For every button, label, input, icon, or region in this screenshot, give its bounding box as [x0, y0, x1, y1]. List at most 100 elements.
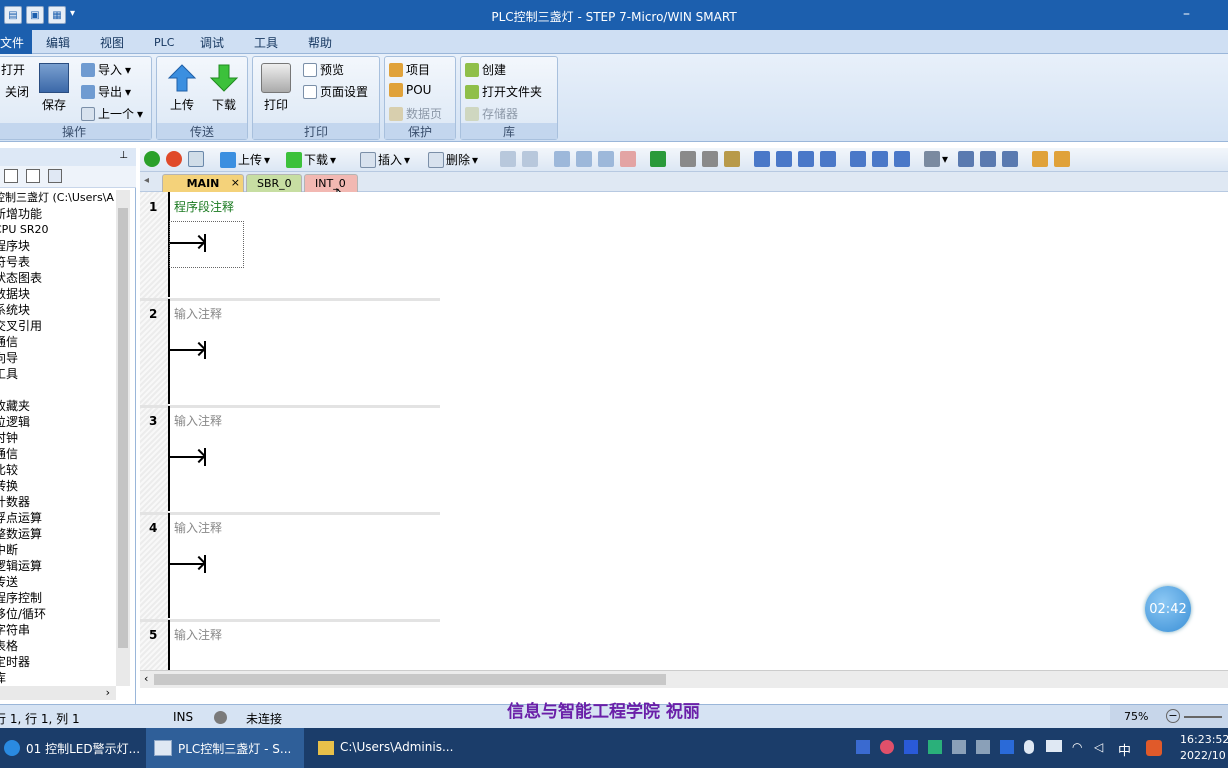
volume-icon[interactable]: ◁ — [1094, 740, 1103, 754]
tree-horizontal-scrollbar[interactable]: › — [0, 686, 116, 700]
export-button[interactable]: 导出 ▾ — [81, 83, 131, 100]
input-method-icon[interactable] — [1146, 740, 1162, 756]
zoom-control[interactable]: 75% − — [1110, 705, 1228, 729]
properties-icon[interactable] — [1054, 151, 1070, 167]
tree-item[interactable]: 向导 — [0, 350, 116, 366]
tree-item[interactable]: 新增功能 — [0, 206, 116, 222]
menu-debug[interactable]: 调试 — [200, 34, 224, 51]
bookmark-icon[interactable] — [554, 151, 570, 167]
open-library-folder-button[interactable]: 打开文件夹 — [465, 83, 542, 100]
network-1[interactable]: 1 程序段注释 — [140, 192, 1228, 301]
edit-clear-icon[interactable] — [1002, 151, 1018, 167]
display-icon[interactable] — [48, 169, 62, 183]
tree-item[interactable]: 系统块 — [0, 302, 116, 318]
tree-item[interactable]: CPU SR20 — [0, 222, 116, 238]
network-comment[interactable]: 输入注释 — [174, 305, 222, 322]
tree-item[interactable]: 移位/循环 — [0, 606, 116, 622]
tree-item[interactable]: 传送 — [0, 574, 116, 590]
edit-icon[interactable] — [980, 151, 996, 167]
download-toolbar-button[interactable]: 下载 ▾ — [286, 151, 336, 168]
previous-button[interactable]: 上一个 ▾ — [81, 105, 143, 122]
tree-item[interactable]: 交叉引用 — [0, 318, 116, 334]
key-icon[interactable] — [1032, 151, 1048, 167]
pin-icon[interactable]: ⊥ — [119, 150, 128, 161]
coil-icon[interactable] — [872, 151, 888, 167]
upload-button[interactable]: 上传 — [167, 63, 197, 113]
cell-cursor[interactable] — [169, 221, 244, 268]
tree-item[interactable]: 收藏夹 — [0, 398, 116, 414]
tree-item[interactable]: 逻辑运算 — [0, 558, 116, 574]
tree-item[interactable]: 转换 — [0, 478, 116, 494]
tree-item[interactable]: 符号表 — [0, 254, 116, 270]
branch-icon[interactable] — [754, 151, 770, 167]
network-4[interactable]: 4 输入注释 — [140, 513, 1228, 622]
network-icon[interactable] — [500, 151, 516, 167]
tree-view-icon[interactable] — [4, 169, 18, 183]
goto-icon[interactable] — [650, 151, 666, 167]
tree-item[interactable]: 通信 — [0, 446, 116, 462]
system-clock[interactable]: 16:23:52 2022/10 — [1180, 732, 1228, 764]
tree-item[interactable]: 位逻辑 — [0, 414, 116, 430]
tray-app-icon[interactable] — [880, 740, 894, 754]
lock-add-icon[interactable] — [724, 151, 740, 167]
network-3[interactable]: 3 输入注释 — [140, 406, 1228, 515]
taskbar-app-browser[interactable]: 01 控制LED警示灯... — [0, 728, 142, 768]
tree-item[interactable]: 字符串 — [0, 622, 116, 638]
network-comment[interactable]: 输入注释 — [174, 519, 222, 536]
line-right-icon[interactable] — [820, 151, 836, 167]
bookmark-clear-icon[interactable] — [620, 151, 636, 167]
tree-item[interactable]: 程序控制 — [0, 590, 116, 606]
print-button[interactable]: 打印 — [261, 63, 291, 113]
zoom-slider[interactable] — [1184, 716, 1222, 718]
tree-item[interactable]: 程序块 — [0, 238, 116, 254]
tree-item[interactable]: 整数运算 — [0, 526, 116, 542]
tree-item-project[interactable]: 控制三盏灯 (C:\Users\A — [0, 190, 116, 206]
tree-item[interactable]: 定时器 — [0, 654, 116, 670]
wifi-icon[interactable]: ◠ — [1072, 740, 1082, 754]
preview-button[interactable]: 预览 — [303, 61, 344, 78]
scrollbar-thumb[interactable] — [118, 208, 128, 648]
tree-vertical-scrollbar[interactable] — [116, 190, 130, 686]
compile-icon[interactable] — [188, 151, 204, 167]
menu-plc[interactable]: PLC — [154, 36, 174, 49]
tree-item[interactable]: 表格 — [0, 638, 116, 654]
tree-item[interactable]: 比较 — [0, 462, 116, 478]
zoom-out-icon[interactable]: − — [1166, 709, 1180, 723]
tray-app-icon[interactable] — [904, 740, 918, 754]
list-view-icon[interactable] — [26, 169, 40, 183]
tab-int[interactable]: INT_0 — [304, 174, 358, 192]
line-up-icon[interactable] — [798, 151, 814, 167]
tree-item[interactable]: 浮点运算 — [0, 510, 116, 526]
save-button[interactable]: 保存 — [39, 63, 69, 113]
scroll-left-icon[interactable]: ‹ — [144, 672, 148, 685]
tab-sbr[interactable]: SBR_0 — [246, 174, 302, 192]
menu-edit[interactable]: 编辑 — [46, 34, 70, 51]
tree-item[interactable]: 状态图表 — [0, 270, 116, 286]
tree-item[interactable]: 库 — [0, 670, 116, 686]
menu-help[interactable]: 帮助 — [308, 34, 332, 51]
microphone-icon[interactable] — [1024, 740, 1034, 754]
tab-scroll-left-icon[interactable]: ◂ — [144, 175, 149, 186]
tab-close-icon[interactable]: × — [231, 176, 240, 189]
tree-item[interactable]: 工具 — [0, 366, 116, 382]
scroll-right-icon[interactable]: › — [106, 686, 110, 699]
tray-app-icon[interactable] — [976, 740, 990, 754]
close-button[interactable]: 关闭 — [5, 83, 29, 100]
table-icon[interactable] — [958, 151, 974, 167]
pou-protect-button[interactable]: POU — [389, 83, 431, 97]
insert-toolbar-button[interactable]: 插入 ▾ — [360, 151, 410, 168]
minimize-button[interactable]: – — [1183, 6, 1190, 22]
tree-item[interactable]: 计数器 — [0, 494, 116, 510]
taskbar-app-plc[interactable]: PLC控制三盏灯 - S... — [146, 728, 304, 768]
symbol-icon[interactable]: ▾ — [924, 151, 948, 167]
tree-item[interactable]: 中断 — [0, 542, 116, 558]
contact-icon[interactable] — [850, 151, 866, 167]
upload-toolbar-button[interactable]: 上传 ▾ — [220, 151, 270, 168]
download-button[interactable]: 下载 — [209, 63, 239, 113]
network-comment[interactable]: 输入注释 — [174, 626, 222, 643]
network-2[interactable]: 2 输入注释 — [140, 299, 1228, 408]
editor-horizontal-scrollbar[interactable]: ‹ — [140, 670, 1228, 688]
battery-icon[interactable] — [1046, 740, 1062, 752]
tray-app-icon[interactable] — [856, 740, 870, 754]
unlock-icon[interactable] — [702, 151, 718, 167]
